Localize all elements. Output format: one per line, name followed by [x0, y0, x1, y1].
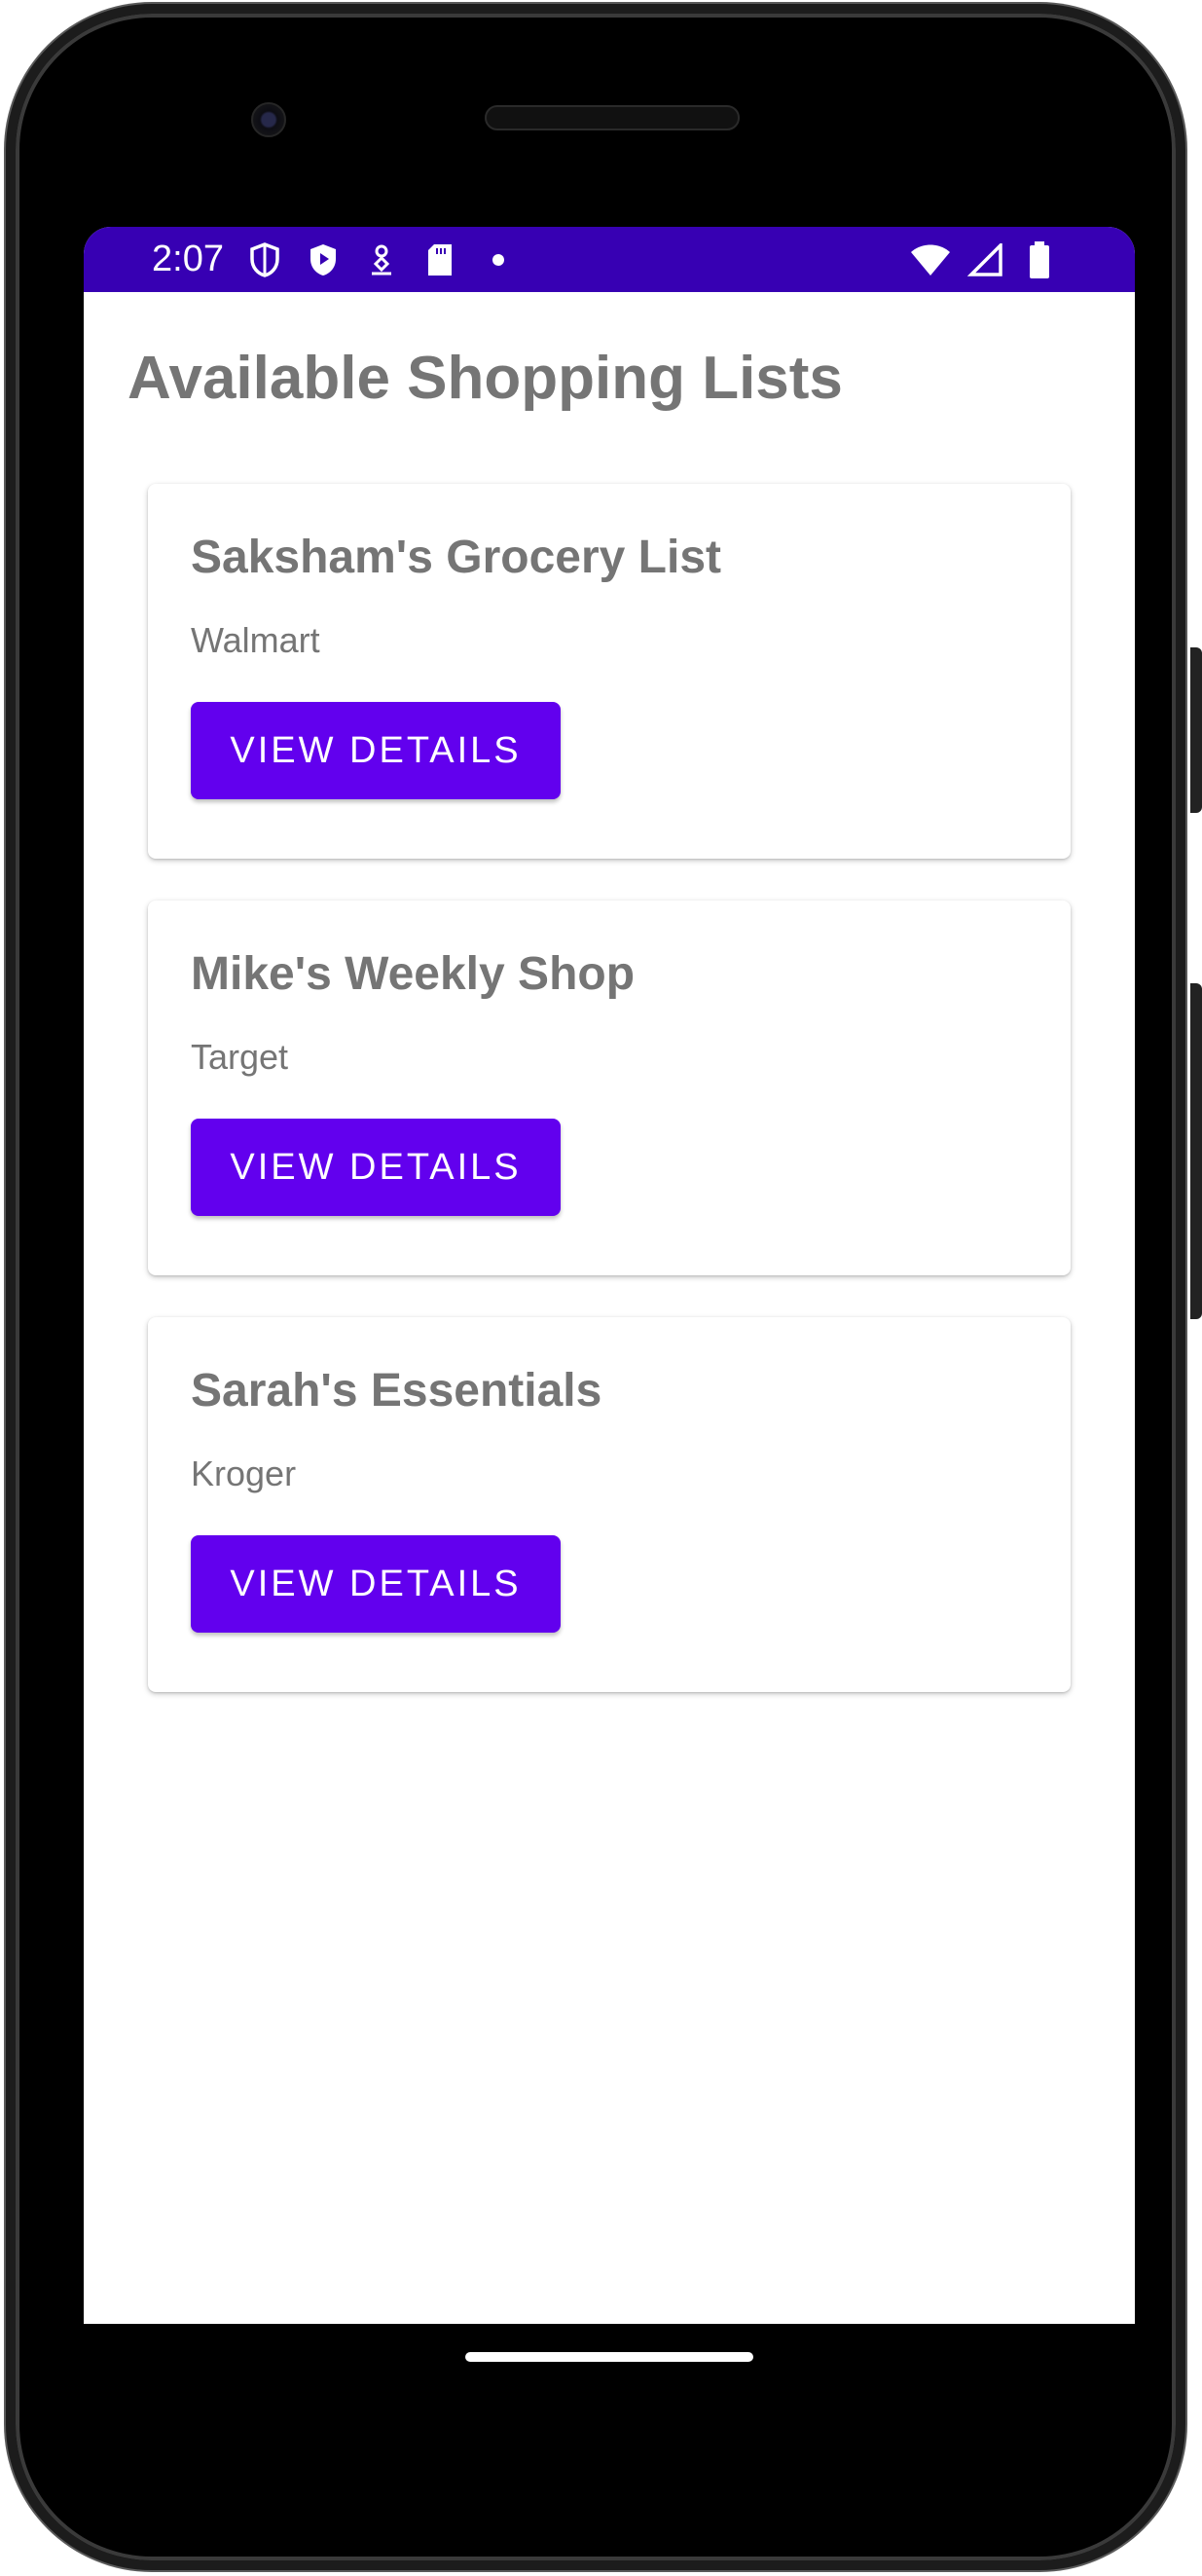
list-store: Walmart — [191, 620, 320, 660]
list-name: Saksham's Grocery List — [191, 532, 722, 583]
front-camera — [251, 102, 286, 137]
wifi-icon — [909, 239, 952, 281]
status-time: 2:07 — [152, 239, 224, 279]
list-name: Mike's Weekly Shop — [191, 948, 636, 1000]
home-indicator[interactable] — [465, 2352, 753, 2362]
status-right-icons — [903, 239, 1067, 281]
shopping-list-card: Mike's Weekly Shop Target VIEW DETAILS — [148, 901, 1071, 1275]
shield-outline-icon — [243, 239, 286, 281]
earpiece-speaker — [485, 105, 740, 130]
location-pin-icon — [360, 239, 403, 281]
signal-icon — [964, 239, 1006, 281]
screen: 2:07 Available Shopping Lists Saksham's … — [84, 227, 1135, 2324]
dot-icon — [477, 239, 520, 281]
power-button[interactable] — [1190, 647, 1202, 813]
list-store: Kroger — [191, 1454, 297, 1493]
page-title: Available Shopping Lists — [127, 345, 843, 412]
list-store: Target — [191, 1037, 289, 1077]
view-details-button[interactable]: VIEW DETAILS — [191, 1535, 561, 1633]
play-shield-icon — [302, 239, 345, 281]
battery-icon — [1018, 239, 1061, 281]
phone-frame: 2:07 Available Shopping Lists Saksham's … — [6, 4, 1185, 2570]
view-details-button[interactable]: VIEW DETAILS — [191, 1119, 561, 1216]
shopping-list-card: Saksham's Grocery List Walmart VIEW DETA… — [148, 484, 1071, 859]
status-bar: 2:07 — [84, 227, 1135, 292]
list-name: Sarah's Essentials — [191, 1365, 602, 1417]
view-details-button[interactable]: VIEW DETAILS — [191, 702, 561, 799]
volume-button[interactable] — [1190, 983, 1202, 1319]
shopping-list-card: Sarah's Essentials Kroger VIEW DETAILS — [148, 1317, 1071, 1692]
sd-card-icon — [419, 239, 461, 281]
